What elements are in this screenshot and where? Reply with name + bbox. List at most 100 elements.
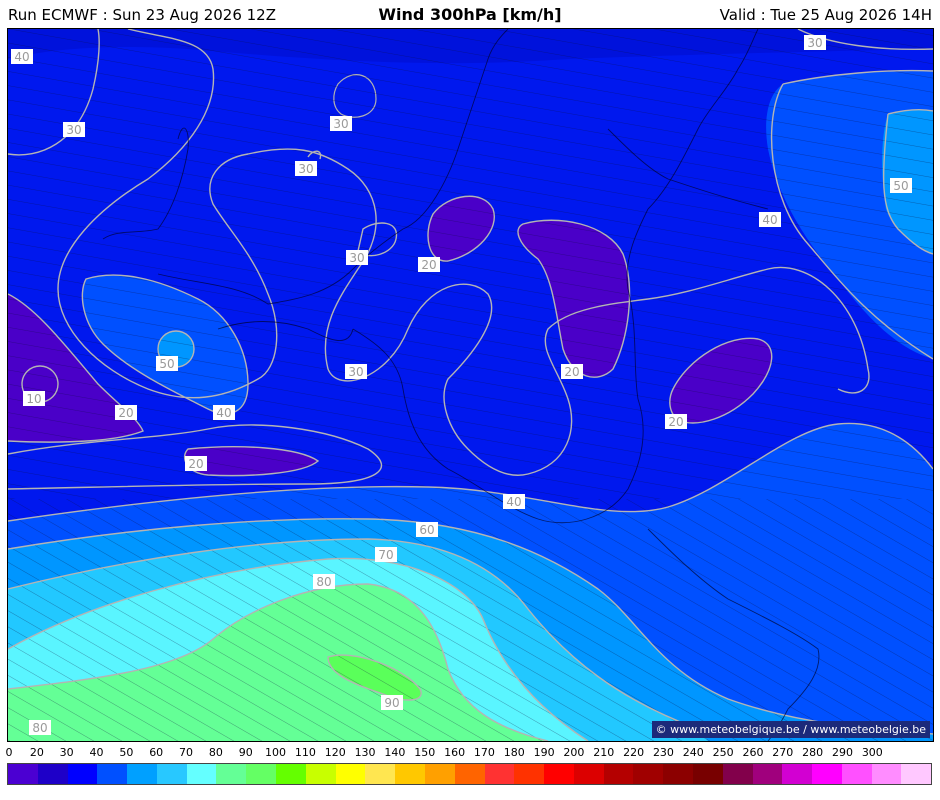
colorbar-swatch — [8, 764, 38, 784]
wind-map: 40 30 30 30 30 20 50 10 20 40 20 30 20 2… — [7, 28, 934, 742]
copyright-notice[interactable]: © www.meteobelgique.be / www.meteobelgie… — [651, 721, 930, 738]
colorbar-tick-label: 170 — [473, 746, 495, 759]
contour-label: 30 — [295, 161, 317, 176]
colorbar-tick-label: 80 — [208, 746, 223, 759]
contour-label: 90 — [381, 695, 403, 710]
contour-label: 40 — [759, 212, 781, 227]
svg-text:30: 30 — [349, 251, 364, 265]
contour-label: 20 — [185, 456, 207, 471]
svg-text:40: 40 — [506, 495, 521, 509]
colorbar-tick-label: 260 — [742, 746, 764, 759]
colorbar-tick-label: 280 — [802, 746, 824, 759]
colorbar-tick-label: 130 — [354, 746, 376, 759]
colorbar-tick-label: 190 — [533, 746, 555, 759]
colorbar-swatch — [484, 764, 515, 784]
contour-label: 20 — [115, 405, 137, 420]
colorbar-tick-label: 120 — [324, 746, 346, 759]
colorbar-tick-label: 40 — [89, 746, 104, 759]
svg-text:90: 90 — [384, 696, 399, 710]
svg-text:50: 50 — [893, 179, 908, 193]
colorbar-swatch — [454, 764, 485, 784]
colorbar-tick-label: 90 — [238, 746, 253, 759]
svg-text:70: 70 — [378, 548, 393, 562]
colorbar-tick-label: 210 — [593, 746, 615, 759]
colorbar-swatch — [603, 764, 634, 784]
colorbar-tick-label: 30 — [59, 746, 74, 759]
svg-text:30: 30 — [66, 123, 81, 137]
colorbar-tick-label: 270 — [772, 746, 794, 759]
svg-text:60: 60 — [419, 523, 434, 537]
colorbar-swatch — [812, 764, 842, 784]
colorbar-tick-label: 0 — [5, 746, 13, 759]
colorbar-swatch — [544, 764, 574, 784]
colorbar-tick-label: 230 — [652, 746, 674, 759]
colorbar-tick-label: 150 — [414, 746, 436, 759]
svg-text:80: 80 — [316, 575, 331, 589]
contour-label: 50 — [156, 356, 178, 371]
colorbar-tick-label: 140 — [384, 746, 406, 759]
streamlines-north — [8, 29, 933, 499]
svg-text:30: 30 — [807, 36, 822, 50]
colorbar-tick-label: 250 — [712, 746, 734, 759]
colorbar-swatch — [901, 764, 932, 784]
colorbar-swatch — [395, 764, 425, 784]
contour-label: 30 — [346, 250, 368, 265]
svg-text:20: 20 — [564, 365, 579, 379]
colorbar-tick-label: 180 — [503, 746, 525, 759]
wind-map-svg: 40 30 30 30 30 20 50 10 20 40 20 30 20 2… — [8, 29, 933, 741]
colorbar-swatch — [365, 764, 396, 784]
svg-text:20: 20 — [188, 457, 203, 471]
svg-text:40: 40 — [14, 50, 29, 64]
colorbar-swatch — [276, 764, 306, 784]
colorbar-swatch — [156, 764, 187, 784]
contour-label: 30 — [330, 116, 352, 131]
colorbar-swatch — [246, 764, 277, 784]
colorbar-swatch — [127, 764, 157, 784]
contour-label: 40 — [213, 405, 235, 420]
colorbar-tick-label: 160 — [444, 746, 466, 759]
contour-label: 60 — [416, 522, 438, 537]
colorbar-tick-label: 290 — [831, 746, 853, 759]
colorbar-tick-label: 60 — [149, 746, 164, 759]
header: Run ECMWF : Sun 23 Aug 2026 12Z Wind 300… — [0, 0, 940, 28]
colorbar-swatch — [633, 764, 664, 784]
svg-text:20: 20 — [118, 406, 133, 420]
contour-label: 10 — [23, 391, 45, 406]
colorbar-tick-label: 200 — [563, 746, 585, 759]
colorbar-swatch — [97, 764, 128, 784]
colorbar-swatch — [335, 764, 366, 784]
colorbar-swatch — [782, 764, 813, 784]
colorbar-tick-label: 50 — [119, 746, 134, 759]
colorbar-tick-label: 110 — [294, 746, 316, 759]
svg-text:20: 20 — [668, 415, 683, 429]
colorbar-swatch — [752, 764, 783, 784]
colorbar-swatch — [216, 764, 247, 784]
colorbar-tick-label: 300 — [861, 746, 883, 759]
contour-label: 40 — [11, 49, 33, 64]
colorbar-swatch — [186, 764, 217, 784]
svg-text:30: 30 — [348, 365, 363, 379]
svg-text:30: 30 — [298, 162, 313, 176]
contour-label: 80 — [313, 574, 335, 589]
colorbar-tick-label: 240 — [682, 746, 704, 759]
contour-label: 20 — [665, 414, 687, 429]
colorbar-swatch — [305, 764, 336, 784]
contour-label: 40 — [503, 494, 525, 509]
contour-label: 50 — [890, 178, 912, 193]
colorbar-swatch — [67, 764, 98, 784]
colorbar-swatch — [663, 764, 693, 784]
contour-label: 20 — [561, 364, 583, 379]
colorbar-swatch — [573, 764, 604, 784]
svg-text:10: 10 — [26, 392, 41, 406]
colorbar-swatch — [692, 764, 723, 784]
colorbar-tick-label: 20 — [29, 746, 44, 759]
contour-label: 80 — [29, 720, 51, 735]
colorbar-swatch — [37, 764, 68, 784]
colorbar-tick-label: 220 — [623, 746, 645, 759]
colorbar-tick-labels: 0 20 30 40 50 60 70 80 90 100 110 120 130 140 150 160 17… — [0, 746, 940, 762]
valid-time: Valid : Tue 25 Aug 2026 14H — [719, 6, 932, 24]
colorbar-swatch — [514, 764, 545, 784]
contour-label: 30 — [804, 35, 826, 50]
contour-label: 20 — [418, 257, 440, 272]
colorbar-swatch — [722, 764, 753, 784]
